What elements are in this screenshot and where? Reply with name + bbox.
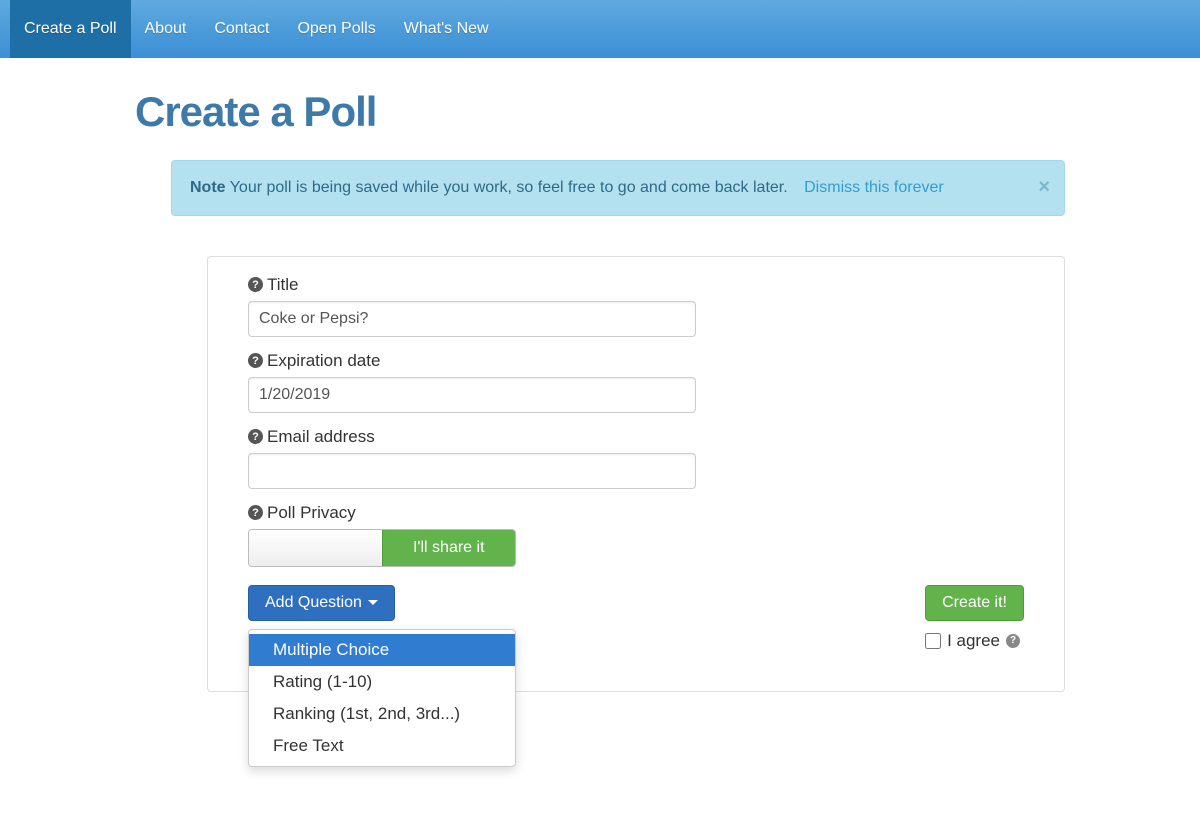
close-icon[interactable]: × [1038,171,1050,203]
add-question-label: Add Question [265,594,362,612]
nav-about[interactable]: About [131,0,201,58]
i-agree-label: I agree [947,631,1000,651]
privacy-label: Poll Privacy [267,503,356,523]
info-alert: Note Your poll is being saved while you … [171,160,1065,216]
help-icon[interactable]: ? [248,353,263,368]
dropdown-multiple-choice[interactable]: Multiple Choice [249,634,515,666]
add-question-dropdown: Multiple Choice Rating (1-10) Ranking (1… [248,629,516,767]
dropdown-ranking[interactable]: Ranking (1st, 2nd, 3rd...) [249,698,515,730]
privacy-option-share[interactable]: I'll share it [382,530,516,566]
dropdown-rating[interactable]: Rating (1-10) [249,666,515,698]
nav-contact[interactable]: Contact [200,0,283,58]
email-label: Email address [267,427,375,447]
expiration-input[interactable] [248,377,696,413]
privacy-toggle[interactable]: I'll share it [248,529,516,567]
nav-create-poll[interactable]: Create a Poll [10,0,131,58]
expiration-label: Expiration date [267,351,380,371]
poll-form-panel: ? Title ? Expiration date ? Email addres… [207,256,1065,692]
page-title: Create a Poll [135,88,1065,136]
help-icon[interactable]: ? [248,505,263,520]
title-label: Title [267,275,299,295]
email-input[interactable] [248,453,696,489]
help-icon[interactable]: ? [248,277,263,292]
help-icon[interactable]: ? [1006,634,1020,648]
alert-note-label: Note [190,179,226,196]
chevron-down-icon [368,600,378,605]
i-agree-checkbox[interactable] [925,633,941,649]
privacy-option-blank[interactable] [249,530,382,566]
nav-open-polls[interactable]: Open Polls [283,0,389,58]
alert-text: Your poll is being saved while you work,… [230,179,788,196]
help-icon[interactable]: ? [248,429,263,444]
top-navbar: Create a Poll About Contact Open Polls W… [0,0,1200,58]
create-it-button[interactable]: Create it! [925,585,1024,621]
dropdown-free-text[interactable]: Free Text [249,730,515,762]
dismiss-forever-link[interactable]: Dismiss this forever [804,179,944,196]
add-question-button[interactable]: Add Question [248,585,395,621]
nav-whats-new[interactable]: What's New [390,0,503,58]
title-input[interactable] [248,301,696,337]
